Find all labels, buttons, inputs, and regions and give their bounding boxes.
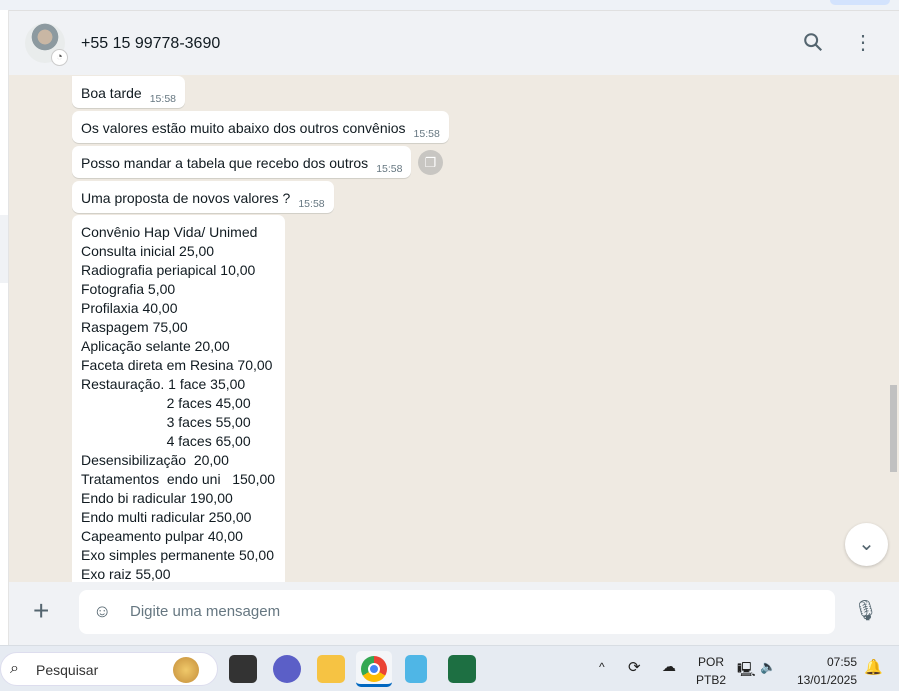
sticker-icon[interactable]: ☺ — [93, 601, 111, 622]
taskbar-search[interactable]: ⌕ Pesquisar — [0, 652, 218, 686]
message-text: Uma proposta de novos valores ? — [81, 190, 291, 206]
browser-pill[interactable] — [830, 0, 890, 5]
chrome-icon[interactable] — [356, 651, 392, 687]
scrollbar[interactable] — [889, 75, 898, 582]
price-table-message: Convênio Hap Vida/ Unimed Consulta inici… — [72, 215, 285, 582]
message-time: 15:58 — [413, 128, 440, 140]
copy-icon[interactable]: ❐ — [418, 150, 443, 175]
excel-icon[interactable] — [448, 655, 476, 683]
chat-header: ◔ +55 15 99778-3690 ⋮ — [9, 10, 899, 75]
message-time: 15:58 — [298, 198, 325, 210]
search-icon: ⌕ — [10, 660, 19, 677]
attach-plus-icon[interactable]: + — [33, 596, 49, 626]
cloud-offline-icon[interactable]: ☁ — [662, 658, 676, 675]
tray-chevron-icon[interactable]: ^ — [599, 660, 605, 674]
file-explorer-icon[interactable] — [317, 655, 345, 683]
message-input[interactable]: ☺ Digite uma mensagem — [79, 590, 835, 634]
language-indicator[interactable]: POR PTB2 — [696, 655, 726, 687]
taskbar: ⌕ Pesquisar ^ ⟳ ☁ POR PTB2 🖳 🔈 07:55 13/01… — [0, 645, 899, 691]
message: Os valores estão muito abaixo dos outros… — [72, 111, 449, 143]
time: 07:55 — [826, 655, 857, 669]
clock[interactable]: 07:55 13/01/2025 — [793, 655, 857, 687]
chat-list-edge — [0, 10, 9, 645]
network-icon[interactable]: 🖳 — [737, 659, 756, 683]
notepad-icon[interactable] — [405, 655, 427, 683]
browser-top-strip — [0, 0, 899, 10]
scrollbar-thumb[interactable] — [890, 385, 897, 472]
message-text: Os valores estão muito abaixo dos outros… — [81, 120, 406, 136]
task-view-icon[interactable] — [229, 655, 257, 683]
search-label: Pesquisar — [36, 662, 99, 678]
sync-icon[interactable]: ⟳ — [628, 658, 641, 676]
teams-icon[interactable] — [273, 655, 301, 683]
moon-widget-icon — [173, 657, 199, 683]
chat-area: Boa tarde 15:58 Os valores estão muito ab… — [9, 75, 899, 582]
selected-chat-edge[interactable] — [0, 215, 8, 283]
message-text: Posso mandar a tabela que recebo dos out… — [81, 155, 369, 171]
message: Boa tarde 15:58 — [72, 76, 185, 108]
menu-icon[interactable]: ⋮ — [851, 31, 875, 55]
message: Posso mandar a tabela que recebo dos out… — [72, 146, 412, 178]
keyboard-layout: PTB2 — [696, 673, 727, 687]
message-time: 15:58 — [149, 93, 176, 105]
notification-bell-icon[interactable]: 🔔 — [864, 658, 883, 676]
search-icon[interactable] — [801, 31, 825, 55]
message: Uma proposta de novos valores ? 15:58 — [72, 181, 334, 213]
scroll-down-button[interactable]: ⌄ — [845, 523, 888, 566]
message-text: Boa tarde — [81, 85, 142, 101]
status-icon: ◔ — [51, 49, 68, 66]
composer: + ☺ Digite uma mensagem 🎙 — [9, 582, 899, 645]
microphone-icon[interactable]: 🎙 — [853, 598, 878, 623]
avatar[interactable]: ◔ — [25, 23, 68, 66]
message-time: 15:58 — [376, 163, 403, 175]
language: POR — [698, 655, 725, 669]
volume-icon[interactable]: 🔈 — [760, 659, 776, 675]
contact-name[interactable]: +55 15 99778-3690 — [81, 35, 220, 53]
date: 13/01/2025 — [796, 673, 857, 687]
message-placeholder: Digite uma mensagem — [130, 603, 281, 620]
